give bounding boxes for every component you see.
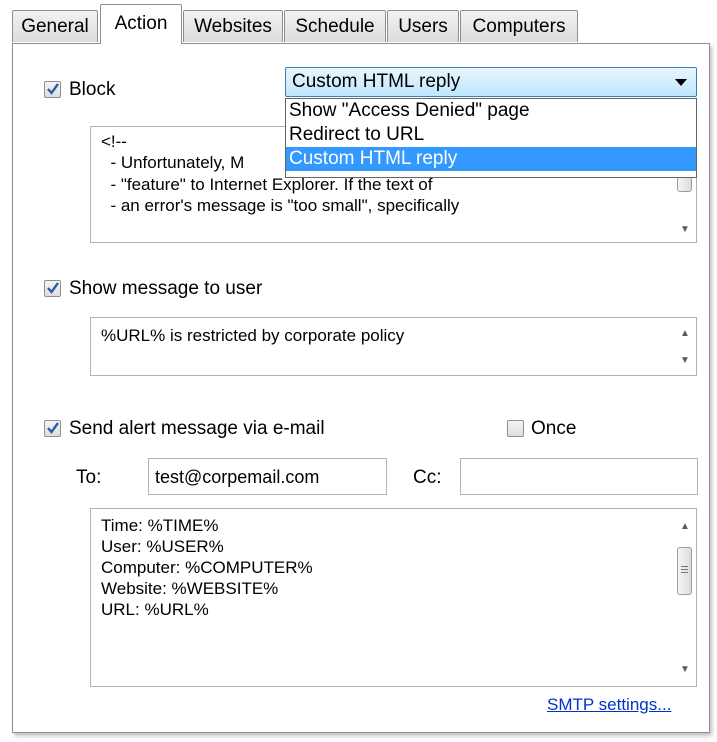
html-line: - an error's message is "too small", spe… (101, 196, 460, 215)
html-line: - Unfortunately, M (101, 153, 245, 172)
block-mode-value: Custom HTML reply (292, 71, 461, 92)
check-icon (47, 83, 59, 95)
user-message-text: %URL% is restricted by corporate policy (101, 326, 405, 345)
tab-users[interactable]: Users (387, 10, 459, 42)
option-redirect-url[interactable]: Redirect to URL (286, 123, 696, 147)
cc-label: Cc: (413, 467, 442, 488)
smtp-settings-link[interactable]: SMTP settings... (547, 695, 671, 715)
block-label: Block (69, 79, 116, 100)
option-custom-html[interactable]: Custom HTML reply (286, 147, 696, 171)
tab-bar: General Action Websites Schedule Users C… (12, 0, 712, 44)
scroll-up-icon[interactable]: ▲ (674, 324, 696, 344)
tab-computers[interactable]: Computers (460, 10, 578, 42)
scroll-down-icon[interactable]: ▼ (674, 220, 696, 240)
body-line: Computer: %COMPUTER% (101, 558, 313, 577)
tab-websites[interactable]: Websites (183, 10, 283, 42)
option-access-denied[interactable]: Show "Access Denied" page (286, 99, 696, 123)
tab-general[interactable]: General (12, 10, 98, 42)
to-label: To: (76, 467, 102, 488)
scroll-down-icon[interactable]: ▼ (674, 660, 696, 680)
email-body-textarea[interactable]: Time: %TIME% User: %USER% Computer: %COM… (90, 508, 697, 687)
body-scrollbar[interactable]: ▲ ▼ (674, 509, 696, 686)
block-checkbox[interactable] (44, 81, 61, 98)
html-line: - "feature" to Internet Explorer. If the… (101, 175, 433, 194)
tab-schedule[interactable]: Schedule (284, 10, 386, 42)
tab-action[interactable]: Action (100, 4, 182, 44)
body-line: User: %USER% (101, 537, 224, 556)
check-icon (47, 282, 59, 294)
once-label: Once (531, 418, 577, 439)
chevron-down-icon (675, 79, 687, 86)
to-field[interactable]: test@corpemail.com (148, 458, 387, 495)
show-message-checkbox[interactable] (44, 280, 61, 297)
message-scrollbar[interactable]: ▲ ▼ (674, 318, 696, 375)
to-value: test@corpemail.com (155, 467, 320, 487)
cc-field[interactable] (460, 458, 698, 495)
check-icon (47, 422, 59, 434)
once-checkbox[interactable] (507, 420, 524, 437)
action-panel: Block Custom HTML reply Show "Access Den… (12, 43, 710, 733)
scroll-thumb[interactable] (677, 547, 692, 595)
send-alert-label: Send alert message via e-mail (69, 418, 325, 439)
send-alert-checkbox[interactable] (44, 420, 61, 437)
body-line: Website: %WEBSITE% (101, 579, 279, 598)
user-message-textarea[interactable]: %URL% is restricted by corporate policy … (90, 317, 697, 376)
scroll-up-icon[interactable]: ▲ (674, 517, 696, 537)
body-line: Time: %TIME% (101, 516, 219, 535)
body-line: URL: %URL% (101, 600, 209, 619)
scroll-down-icon[interactable]: ▼ (674, 351, 696, 371)
show-message-label: Show message to user (69, 278, 263, 299)
html-line: <!-- (101, 132, 127, 151)
block-mode-select[interactable]: Custom HTML reply (285, 67, 697, 97)
block-mode-dropdown: Show "Access Denied" page Redirect to UR… (285, 98, 697, 178)
